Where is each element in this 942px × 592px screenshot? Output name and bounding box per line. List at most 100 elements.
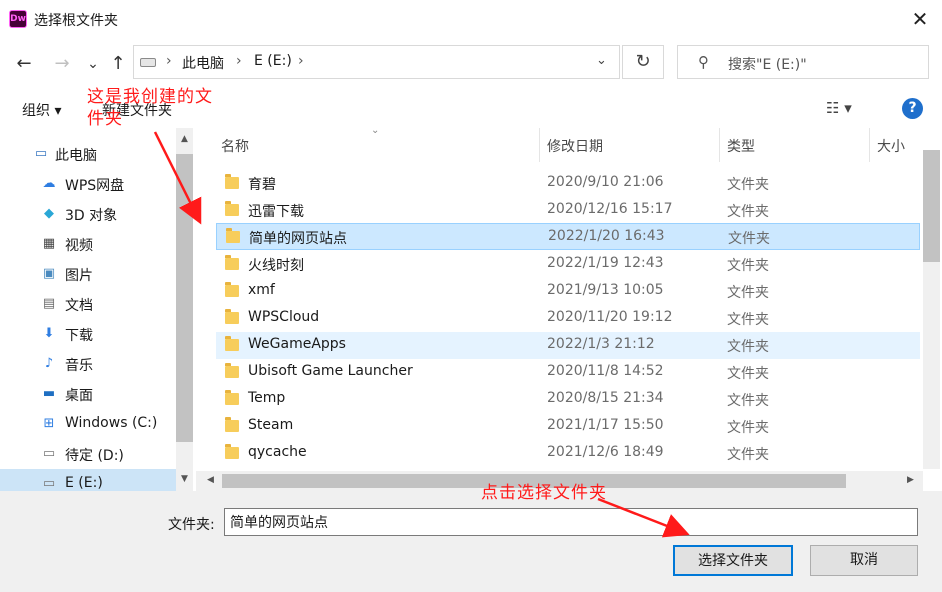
sidebar-item-pictures[interactable]: ▣ 图片 — [0, 259, 176, 289]
file-date: 2021/9/13 10:05 — [547, 282, 664, 298]
table-row[interactable]: xmf 2021/9/13 10:05 文件夹 — [216, 278, 920, 305]
file-date: 2020/9/10 21:06 — [547, 174, 664, 190]
refresh-button[interactable]: ↻ — [622, 45, 664, 79]
sidebar-item-desktop[interactable]: ▬ 桌面 — [0, 379, 176, 409]
sidebar-item-label: 此电脑 — [55, 148, 97, 164]
scroll-up-arrow-icon[interactable]: ▲ — [176, 134, 193, 144]
sidebar-scrollbar-thumb[interactable] — [176, 154, 193, 442]
breadcrumb-separator[interactable]: › — [236, 53, 242, 69]
drive-icon: ▭ — [42, 476, 56, 491]
breadcrumb-this-pc[interactable]: 此电脑 — [182, 53, 224, 73]
back-button[interactable]: ← — [12, 52, 36, 76]
table-row[interactable]: WPSCloud 2020/11/20 19:12 文件夹 — [216, 305, 920, 332]
sidebar-item-drive-d[interactable]: ▭ 待定 (D:) — [0, 439, 176, 469]
breadcrumb-separator[interactable]: › — [166, 53, 172, 69]
table-row[interactable]: 迅雷下载 2020/12/16 15:17 文件夹 — [216, 197, 920, 224]
navigation-pane: ▭ 此电脑 ☁ WPS网盘 ◆ 3D 对象 ▦ 视频 ▣ 图片 ▤ 文档 ⬇ 下… — [0, 128, 196, 491]
sidebar-item-label: 音乐 — [65, 358, 93, 374]
sidebar-item-documents[interactable]: ▤ 文档 — [0, 289, 176, 319]
scroll-right-arrow-icon[interactable]: ▶ — [902, 475, 919, 485]
sidebar-item-music[interactable]: ♪ 音乐 — [0, 349, 176, 379]
sidebar-item-wps-drive[interactable]: ☁ WPS网盘 — [0, 169, 176, 199]
scroll-left-arrow-icon[interactable]: ◀ — [202, 475, 219, 485]
breadcrumb-drive-e[interactable]: E (E:) — [254, 53, 292, 69]
folder-icon — [225, 336, 239, 351]
select-folder-button[interactable]: 选择文件夹 — [673, 545, 793, 576]
sidebar-item-label: 下载 — [65, 328, 93, 344]
recent-locations-button[interactable]: ⌄ — [81, 52, 105, 76]
desktop-icon: ▬ — [42, 386, 56, 401]
sidebar-item-3d-objects[interactable]: ◆ 3D 对象 — [0, 199, 176, 229]
scroll-down-arrow-icon[interactable]: ▼ — [176, 474, 193, 484]
file-date: 2022/1/20 16:43 — [548, 228, 665, 244]
file-type: 文件夹 — [727, 420, 769, 436]
table-row[interactable]: 育碧 2020/9/10 21:06 文件夹 — [216, 170, 920, 197]
sidebar-item-drive-e[interactable]: ▭ E (E:) — [0, 469, 176, 491]
file-type: 文件夹 — [727, 177, 769, 193]
up-button[interactable]: ↑ — [106, 52, 130, 76]
help-icon[interactable]: ? — [902, 98, 923, 119]
file-date: 2021/1/17 15:50 — [547, 417, 664, 433]
document-icon: ▤ — [42, 296, 56, 311]
table-row[interactable]: Steam 2021/1/17 15:50 文件夹 — [216, 413, 920, 440]
folder-icon — [225, 255, 239, 270]
file-name: WPSCloud — [248, 309, 320, 325]
file-date: 2020/11/8 14:52 — [547, 363, 664, 379]
sidebar-item-videos[interactable]: ▦ 视频 — [0, 229, 176, 259]
sidebar-item-label: 3D 对象 — [65, 208, 118, 224]
view-options-button[interactable]: ☷ ▾ — [826, 99, 852, 117]
file-date: 2020/11/20 19:12 — [547, 309, 673, 325]
folder-icon — [225, 363, 239, 378]
breadcrumb-separator[interactable]: › — [298, 53, 304, 69]
cancel-button[interactable]: 取消 — [810, 545, 918, 576]
table-row[interactable]: qycache 2021/12/6 18:49 文件夹 — [216, 440, 920, 467]
file-type: 文件夹 — [727, 366, 769, 382]
file-type: 文件夹 — [727, 312, 769, 328]
folder-icon — [226, 228, 240, 243]
table-row[interactable]: Ubisoft Game Launcher 2020/11/8 14:52 文件… — [216, 359, 920, 386]
sidebar-item-this-pc[interactable]: ▭ 此电脑 — [0, 139, 168, 169]
file-type: 文件夹 — [727, 447, 769, 463]
file-date: 2022/1/19 12:43 — [547, 255, 664, 271]
sort-indicator-icon: ⌄ — [371, 128, 380, 136]
column-divider[interactable] — [539, 128, 540, 162]
cloud-icon: ☁ — [42, 176, 56, 191]
file-date: 2020/12/16 15:17 — [547, 201, 673, 217]
sidebar-item-label: E (E:) — [65, 475, 103, 491]
column-header-size[interactable]: 大小 — [877, 136, 905, 156]
file-type: 文件夹 — [727, 393, 769, 409]
folder-name-input[interactable] — [224, 508, 918, 536]
file-name: Steam — [248, 417, 294, 433]
drive-icon: ▭ — [42, 446, 56, 461]
address-bar[interactable]: › 此电脑 › E (E:) › ⌄ — [133, 45, 620, 79]
drive-icon — [140, 58, 156, 67]
file-date: 2022/1/3 21:12 — [547, 336, 655, 352]
sidebar-item-drive-c[interactable]: ⊞ Windows (C:) — [0, 409, 176, 439]
column-divider[interactable] — [869, 128, 870, 162]
column-header-date[interactable]: 修改日期 — [547, 136, 603, 156]
file-date: 2020/8/15 21:34 — [547, 390, 664, 406]
organize-menu-button[interactable]: 组织 ▾ — [22, 100, 61, 120]
film-icon: ▦ — [42, 236, 56, 251]
table-row[interactable]: Temp 2020/8/15 21:34 文件夹 — [216, 386, 920, 413]
filelist-vertical-scrollbar-thumb[interactable] — [923, 150, 940, 262]
file-date: 2021/12/6 18:49 — [547, 444, 664, 460]
sidebar-item-downloads[interactable]: ⬇ 下载 — [0, 319, 176, 349]
table-row-selected[interactable]: 简单的网页站点 2022/1/20 16:43 文件夹 — [216, 223, 920, 250]
folder-icon — [225, 174, 239, 189]
sidebar-item-label: WPS网盘 — [65, 178, 125, 194]
folder-icon — [225, 444, 239, 459]
file-name: Temp — [248, 390, 286, 406]
table-row[interactable]: 火线时刻 2022/1/19 12:43 文件夹 — [216, 251, 920, 278]
column-divider[interactable] — [719, 128, 720, 162]
file-name: Ubisoft Game Launcher — [248, 363, 413, 379]
file-type: 文件夹 — [727, 285, 769, 301]
close-button[interactable]: ✕ — [905, 6, 935, 32]
forward-button[interactable]: → — [50, 52, 74, 76]
folder-icon — [225, 390, 239, 405]
table-row-hover[interactable]: WeGameApps 2022/1/3 21:12 文件夹 — [216, 332, 920, 359]
address-dropdown-icon[interactable]: ⌄ — [596, 53, 607, 68]
column-header-type[interactable]: 类型 — [727, 136, 755, 156]
search-input[interactable]: ⚲ 搜索"E (E:)" — [677, 45, 929, 79]
column-header-name[interactable]: 名称 — [221, 136, 249, 156]
